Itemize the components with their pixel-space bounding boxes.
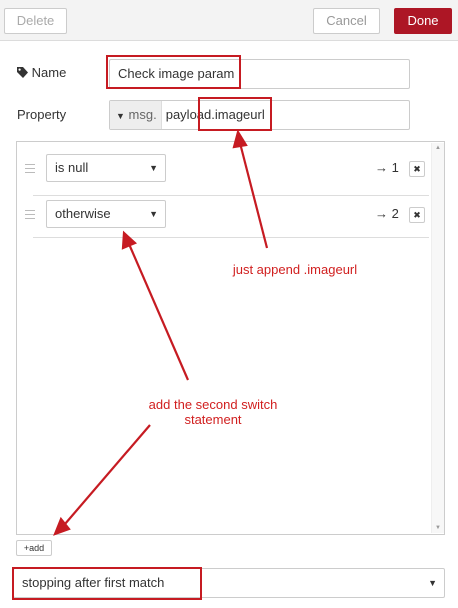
annotation-arrow-second-switch [127, 243, 190, 381]
arrow-head-icon [121, 230, 138, 250]
arrow-head-icon [232, 129, 248, 149]
annotation-arrow-add [64, 424, 151, 525]
annotation-arrows [53, 129, 269, 536]
annotation-arrow-append [238, 142, 269, 249]
